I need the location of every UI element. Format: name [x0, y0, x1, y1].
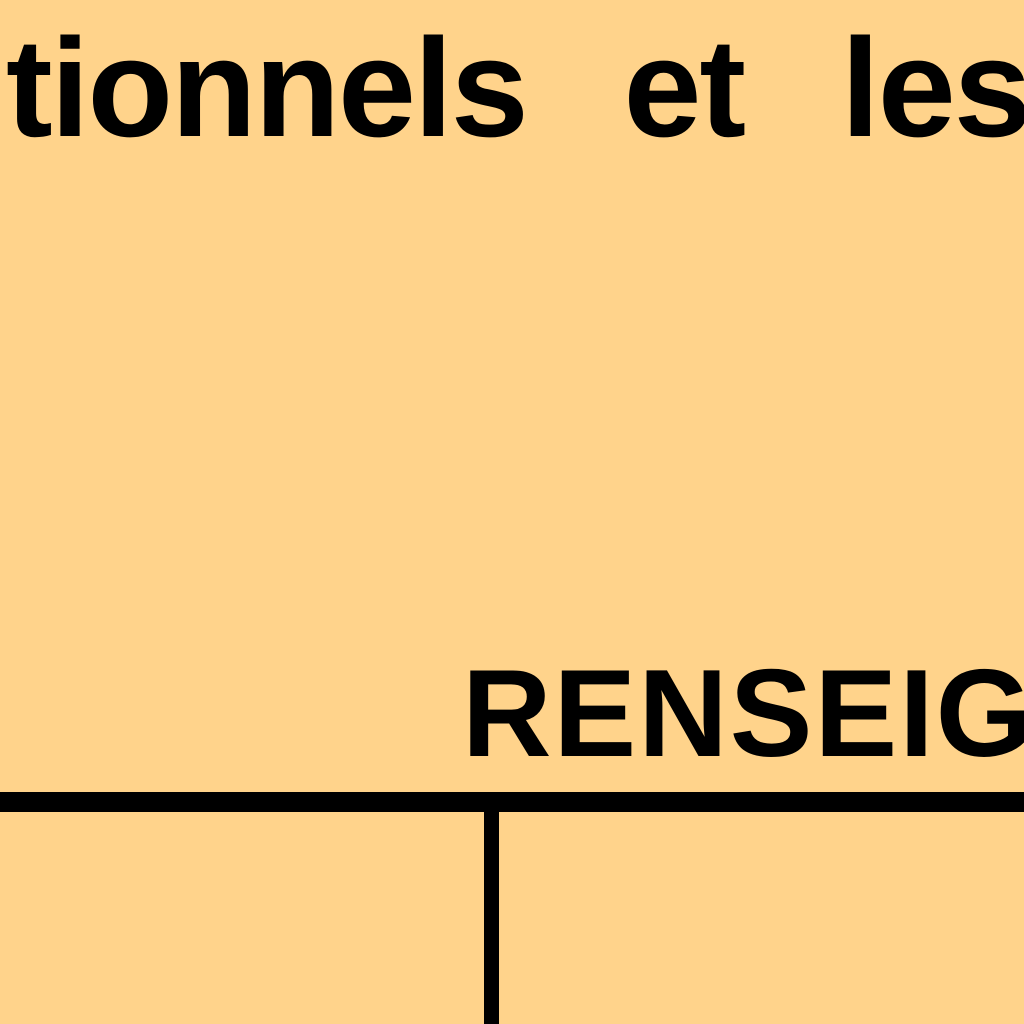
- table-top-rule: [0, 792, 1024, 812]
- body-text-line: tionnels et les: [6, 9, 1024, 166]
- section-heading: RENSEIGN: [462, 645, 1024, 783]
- document-page: tionnels et les RENSEIGN: [0, 0, 1024, 1024]
- table-column-divider: [484, 808, 499, 1024]
